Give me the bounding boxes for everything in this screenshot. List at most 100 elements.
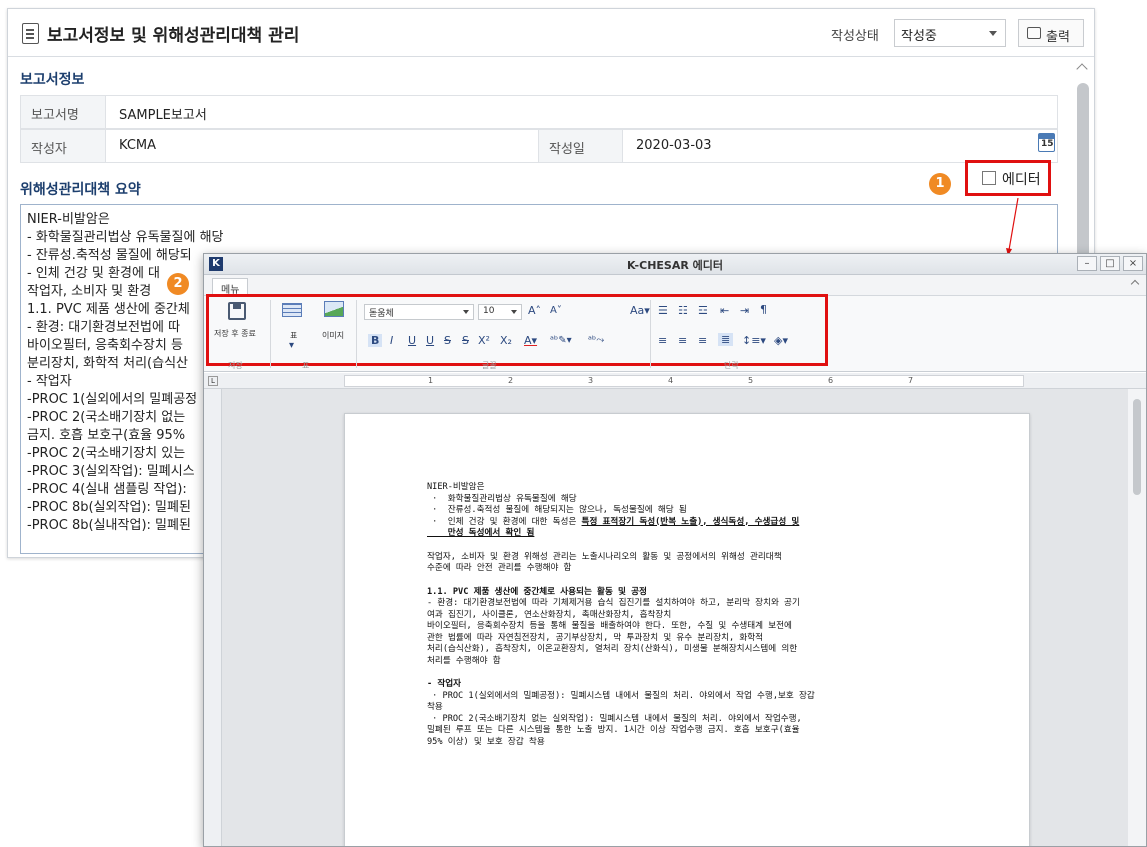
close-button[interactable]: × — [1123, 256, 1143, 271]
font-size-select[interactable]: 10 — [478, 304, 522, 320]
chevron-up-icon[interactable] — [1130, 279, 1140, 289]
italic-icon[interactable]: I — [390, 334, 393, 347]
document-line: 처리를 수행해야 함 — [427, 655, 501, 666]
align-center-icon[interactable]: ≡ — [678, 334, 687, 347]
document-line: 바이오필터, 응축회수장치 등을 통해 물질을 배출하여야 한다. 또한, 수질… — [427, 621, 792, 631]
document-content[interactable]: NIER-비발암은 · 화학물질관리법상 유독물질에 해당 · 잔류성.축적성 … — [427, 482, 957, 748]
document-line: · PROC 1(실외에서의 밀폐공정): 밀폐시스템 내에서 물질의 처리. … — [427, 690, 815, 701]
maximize-button[interactable]: □ — [1100, 256, 1120, 271]
ruler-number: 3 — [588, 376, 594, 385]
editor-checkbox-highlight: 에디터 — [965, 160, 1051, 196]
author-label: 작성자 — [21, 130, 106, 162]
document-line: 관한 법률에 따라 자연침전장치, 공기부상장치, 막 투과장치 및 유수 분리… — [427, 632, 764, 643]
calendar-icon[interactable]: 15 — [1038, 133, 1055, 152]
paragraph-mark-icon[interactable]: ¶ — [760, 303, 767, 316]
align-right-icon[interactable]: ≡ — [698, 334, 707, 347]
ruler-number: 7 — [908, 376, 914, 385]
align-left-icon[interactable]: ≡ — [658, 334, 667, 347]
align-justify-icon[interactable]: ≣ — [718, 333, 734, 346]
author-date-row: 작성자 KCMA 작성일 2020-03-03 — [20, 129, 1058, 163]
ribbon-separator — [356, 300, 357, 368]
summary-line: -PROC 2(국소배기장치 없는 — [27, 410, 186, 425]
vertical-ruler[interactable] — [204, 389, 222, 846]
shrink-font-icon[interactable]: A˅ — [550, 305, 562, 316]
font-family-select[interactable]: 돋움체 — [364, 304, 474, 320]
status-select-value: 작성중 — [901, 29, 937, 44]
print-button[interactable]: 출력 — [1018, 19, 1084, 47]
callout-badge-2: 2 — [167, 273, 189, 295]
decrease-indent-icon[interactable]: ⇤ — [720, 304, 729, 317]
report-name-row: 보고서명 SAMPLE보고서 — [20, 95, 1058, 129]
bold-icon[interactable]: B — [368, 334, 383, 347]
numbered-list-icon[interactable]: ☷ — [678, 304, 688, 317]
date-field[interactable]: 2020-03-03 — [624, 130, 1024, 162]
editor-window: K K-CHESAR 에디터 – □ × 메뉴 저장 후 종료 저장 표 ▾ 이… — [203, 253, 1147, 847]
document-line: · 인체 건강 및 환경에 대한 독성은 특정 표적장기 독성(반복 노출), … — [427, 516, 800, 527]
image-label[interactable]: 이미지 — [322, 330, 344, 341]
double-underline-icon[interactable]: U — [426, 334, 434, 347]
summary-line: 작업자, 소비자 및 환경 — [27, 284, 152, 299]
summary-line: 분리장치, 화학적 처리(습식산 — [27, 356, 188, 371]
document-line: 1.1. PVC 제품 생산에 중간체로 사용되는 활동 및 공정 — [427, 586, 647, 597]
minimize-button[interactable]: – — [1077, 256, 1097, 271]
image-icon[interactable] — [324, 301, 344, 317]
ruler-number: 5 — [748, 376, 754, 385]
ribbon-toolbar: 저장 후 종료 저장 표 ▾ 이미지 표 돋움체 10 A˄ A˅ Aa▾ B … — [204, 294, 1146, 372]
report-name-field[interactable]: SAMPLE보고서 — [107, 96, 1047, 128]
clear-format-icon[interactable]: ᵃᵇ⤳ — [588, 335, 604, 346]
ruler-number: 4 — [668, 376, 674, 385]
status-select[interactable]: 작성중 — [894, 19, 1006, 47]
document-line: 수준에 따라 안전 관리를 수행해야 함 — [427, 563, 572, 573]
increase-indent-icon[interactable]: ⇥ — [740, 304, 749, 317]
highlight-color-icon[interactable]: ᵃᵇ✎▾ — [550, 335, 572, 346]
printer-icon — [1027, 27, 1041, 39]
group-label-font: 글꼴 — [482, 361, 497, 370]
summary-line: - 잔류성.축적성 물질에 해당되 — [27, 248, 192, 263]
summary-line: -PROC 1(실외에서의 밀폐공정 — [27, 392, 198, 407]
superscript-icon[interactable]: X² — [478, 334, 490, 347]
scrollbar-thumb[interactable] — [1133, 399, 1141, 495]
summary-line: - 인체 건강 및 환경에 대 — [27, 266, 160, 281]
chevron-down-icon — [989, 31, 997, 36]
editor-window-title: K-CHESAR 에디터 — [626, 259, 724, 272]
tab-stop-selector[interactable]: L — [208, 376, 218, 386]
chevron-down-icon[interactable]: ▾ — [289, 340, 294, 351]
author-field[interactable]: KCMA — [107, 130, 537, 162]
table-icon[interactable] — [282, 303, 302, 317]
save-and-exit-label[interactable]: 저장 후 종료 — [214, 328, 256, 339]
summary-line: 1.1. PVC 제품 생산에 중간체 — [27, 302, 190, 317]
subscript-icon[interactable]: X₂ — [500, 334, 512, 347]
print-button-label: 출력 — [1046, 30, 1070, 45]
document-line: · 화학물질관리법상 유독물질에 해당 — [427, 493, 577, 504]
horizontal-ruler[interactable]: 1 2 3 4 5 6 7 — [344, 375, 1024, 387]
editor-scrollbar[interactable] — [1128, 389, 1146, 846]
document-line: · PROC 2(국소배기장치 없는 실외작업): 밀폐시스템 내에서 물질의 … — [427, 713, 802, 724]
font-color-icon[interactable]: A▾ — [524, 334, 537, 347]
multilevel-list-icon[interactable]: ☲ — [698, 304, 708, 317]
underline-icon[interactable]: U — [408, 334, 416, 347]
report-info-section-title: 보고서정보 — [20, 72, 85, 88]
chevron-up-icon[interactable] — [1076, 63, 1088, 75]
summary-line: - 작업자 — [27, 374, 72, 389]
shading-icon[interactable]: ◈▾ — [774, 334, 788, 347]
summary-line: - 화학물질관리법상 유독물질에 해당 — [27, 230, 224, 245]
double-strikethrough-icon[interactable]: S — [462, 334, 469, 347]
strikethrough-icon[interactable]: S — [444, 334, 451, 347]
editor-checkbox-label[interactable]: 에디터 — [1002, 169, 1041, 189]
summary-line: -PROC 8b(실외작업): 밀폐된 — [27, 500, 191, 515]
summary-text: NIER-비발암은 - 화학물질관리법상 유독물질에 해당 - 잔류성.축적성 물질… — [27, 211, 224, 535]
document-page[interactable]: NIER-비발암은 · 화학물질관리법상 유독물질에 해당 · 잔류성.축적성 … — [344, 413, 1030, 846]
editor-titlebar: K K-CHESAR 에디터 – □ × — [204, 254, 1146, 275]
change-case-icon[interactable]: Aa▾ — [630, 304, 650, 317]
summary-line: -PROC 2(국소배기장치 있는 — [27, 446, 186, 461]
document-line: 처리(습식산화), 흡착장치, 이온교환장치, 열처리 장치(산화식), 미생물… — [427, 644, 798, 654]
line-spacing-icon[interactable]: ↕≡▾ — [742, 334, 766, 347]
bullet-list-icon[interactable]: ☰ — [658, 304, 668, 317]
group-label-table: 표 — [302, 361, 310, 370]
grow-font-icon[interactable]: A˄ — [528, 304, 541, 317]
document-canvas[interactable]: NIER-비발암은 · 화학물질관리법상 유독물질에 해당 · 잔류성.축적성 … — [222, 389, 1128, 846]
save-icon[interactable] — [228, 302, 246, 320]
editor-checkbox[interactable] — [982, 171, 996, 185]
